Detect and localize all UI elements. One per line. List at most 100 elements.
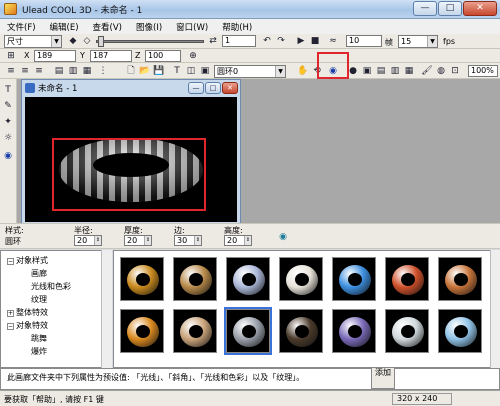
reset-position-icon[interactable]: ⊕ — [186, 49, 200, 63]
menu-window[interactable]: 窗口(W) — [169, 19, 215, 34]
tree-item[interactable]: − 对象样式 — [7, 255, 48, 266]
timeline-thumb[interactable] — [98, 36, 104, 47]
gallery-thumb-chrome-ring[interactable] — [438, 309, 482, 353]
z-position-field[interactable]: 100 — [145, 50, 181, 62]
close-button[interactable]: ✕ — [463, 1, 497, 16]
keyframe-add-icon[interactable]: ◆ — [66, 34, 80, 48]
menu-help[interactable]: 帮助(H) — [215, 19, 259, 34]
thickness-spinner[interactable]: 20 ⇕ — [124, 235, 152, 246]
x-position-field[interactable]: 189 — [34, 50, 76, 62]
distribute-icon[interactable]: ⋮ — [96, 64, 110, 78]
tree-item[interactable]: 纹理 — [31, 294, 47, 305]
menu-view[interactable]: 查看(V) — [86, 19, 129, 34]
gallery-thumb-dotted-ring[interactable] — [279, 309, 323, 353]
align-left-icon[interactable]: ≡ — [4, 64, 18, 78]
new-file-icon[interactable]: 🗋 — [124, 64, 138, 78]
gallery-thumb-striped-ring[interactable] — [224, 307, 272, 355]
current-frame-field[interactable]: 1 — [222, 35, 256, 47]
timeline-slider[interactable] — [96, 40, 204, 43]
doc-close-button[interactable]: ✕ — [222, 82, 238, 94]
paint-icon[interactable]: 🖌 — [420, 64, 434, 78]
collapse-icon[interactable]: − — [7, 258, 14, 265]
keyframe-remove-icon[interactable]: ◇ — [80, 34, 94, 48]
tree-item[interactable]: 跳舞 — [31, 333, 47, 344]
maximize-button[interactable]: □ — [438, 1, 462, 16]
stop-icon[interactable]: ■ — [308, 34, 322, 48]
text-spacing-icon[interactable]: ▥ — [66, 64, 80, 78]
gallery-scrollbar[interactable] — [490, 250, 500, 368]
open-folder-icon[interactable]: 📂 — [138, 64, 152, 78]
cube-shape-icon[interactable]: ▣ — [360, 64, 374, 78]
gallery-thumb-gold-ring[interactable] — [120, 257, 164, 301]
globe-tool-icon[interactable]: ◉ — [1, 149, 15, 163]
geometry-object-icon[interactable]: ◫ — [184, 64, 198, 78]
height-spinner[interactable]: 20 ⇕ — [224, 235, 252, 246]
gallery-thumb-white-ring[interactable] — [385, 309, 429, 353]
sides-spinner[interactable]: 30 ⇕ — [174, 235, 202, 246]
text-object-icon[interactable]: T — [170, 64, 184, 78]
save-icon[interactable]: 💾 — [152, 64, 166, 78]
spinner-arrows-icon[interactable]: ⇕ — [244, 236, 251, 245]
text-tool-icon[interactable]: T — [1, 83, 15, 97]
cylinder-shape-icon[interactable]: ▤ — [374, 64, 388, 78]
doc-maximize-button[interactable]: □ — [205, 82, 221, 94]
expand-icon[interactable]: + — [7, 310, 14, 317]
gallery-thumb-amber-ring[interactable] — [120, 309, 164, 353]
tree-item[interactable]: − 对象特效 — [7, 320, 48, 331]
object-select[interactable]: 圆环0 ▼ — [214, 65, 286, 78]
gallery-thumb-copper-ring[interactable] — [438, 257, 482, 301]
gallery-thumb-glass-ring[interactable] — [332, 309, 376, 353]
undo-icon[interactable]: ↶ — [260, 34, 274, 48]
play-icon[interactable]: ▶ — [294, 34, 308, 48]
gallery-thumb-red-orange-ring[interactable] — [385, 257, 429, 301]
cone-shape-icon[interactable]: ▥ — [388, 64, 402, 78]
status-text: 要获取「帮助」, 请按 F1 键 — [4, 395, 104, 404]
gallery-thumb-silver-blue-ring[interactable] — [226, 257, 270, 301]
object-tool-icon[interactable]: ✦ — [1, 115, 15, 129]
minimize-button[interactable]: — — [413, 1, 437, 16]
gallery-thumb-marble-ring[interactable] — [173, 309, 217, 353]
align-center-icon[interactable]: ≡ — [18, 64, 32, 78]
loop-icon[interactable]: ⇄ — [206, 34, 220, 48]
collapse-icon[interactable]: − — [7, 323, 14, 330]
frame-count-field[interactable]: 10 — [346, 35, 382, 47]
delete-object-icon[interactable]: ▣ — [198, 64, 212, 78]
redo-icon[interactable]: ↷ — [274, 34, 288, 48]
torus-preview-icon[interactable]: ◉ — [276, 230, 290, 244]
pyramid-shape-icon[interactable]: ▦ — [402, 64, 416, 78]
smooth-path-icon[interactable]: ≈ — [326, 34, 340, 48]
menu-file[interactable]: 文件(F) — [0, 19, 43, 34]
grid-icon[interactable]: ⊞ — [4, 49, 18, 63]
edit-text-icon[interactable]: ✎ — [1, 99, 15, 113]
apply-button[interactable]: 添加 — [371, 367, 395, 389]
text-format-icon[interactable]: ▤ — [52, 64, 66, 78]
fps-select[interactable]: 15 ▼ — [398, 35, 438, 48]
doc-minimize-button[interactable]: — — [188, 82, 204, 94]
spinner-arrows-icon[interactable]: ⇕ — [194, 236, 201, 245]
color-wheel-icon[interactable]: ◍ — [434, 64, 448, 78]
info-panel: 此画廊文件夹中下列属性为预设值: 「光线」、「斜角」、「光线和色彩」以及「纹理」… — [0, 368, 500, 390]
gallery-thumb-brass-ring[interactable] — [173, 257, 217, 301]
tree-item[interactable]: 光线和色彩 — [31, 281, 71, 292]
hand-move-icon[interactable]: ✋ — [296, 64, 310, 78]
menu-image[interactable]: 图像(I) — [129, 19, 169, 34]
menu-edit[interactable]: 编辑(E) — [43, 19, 86, 34]
zoom-fit-icon[interactable]: ⊡ — [448, 64, 462, 78]
mode-select[interactable]: 尺寸 ▼ — [4, 35, 62, 48]
gallery-thumb-pale-ring[interactable] — [279, 257, 323, 301]
tree-item[interactable]: 画廊 — [31, 268, 47, 279]
light-tool-icon[interactable]: ☼ — [1, 131, 15, 145]
spinner-arrows-icon[interactable]: ⇕ — [144, 236, 151, 245]
canvas-size: 320 x 240 — [392, 393, 452, 405]
y-position-field[interactable]: 187 — [90, 50, 132, 62]
radius-spinner[interactable]: 20 ⇕ — [74, 235, 102, 246]
text-line-icon[interactable]: ▦ — [80, 64, 94, 78]
spinner-arrows-icon[interactable]: ⇕ — [94, 236, 101, 245]
align-right-icon[interactable]: ≡ — [32, 64, 46, 78]
tree-scrollbar[interactable] — [101, 250, 112, 368]
ring-hole — [295, 325, 309, 338]
zoom-field[interactable]: 100% — [468, 65, 498, 77]
tree-item[interactable]: 爆炸 — [31, 346, 47, 357]
tree-item[interactable]: + 整体特效 — [7, 307, 48, 318]
gallery-thumb-blue-crystal-ring[interactable] — [332, 257, 376, 301]
